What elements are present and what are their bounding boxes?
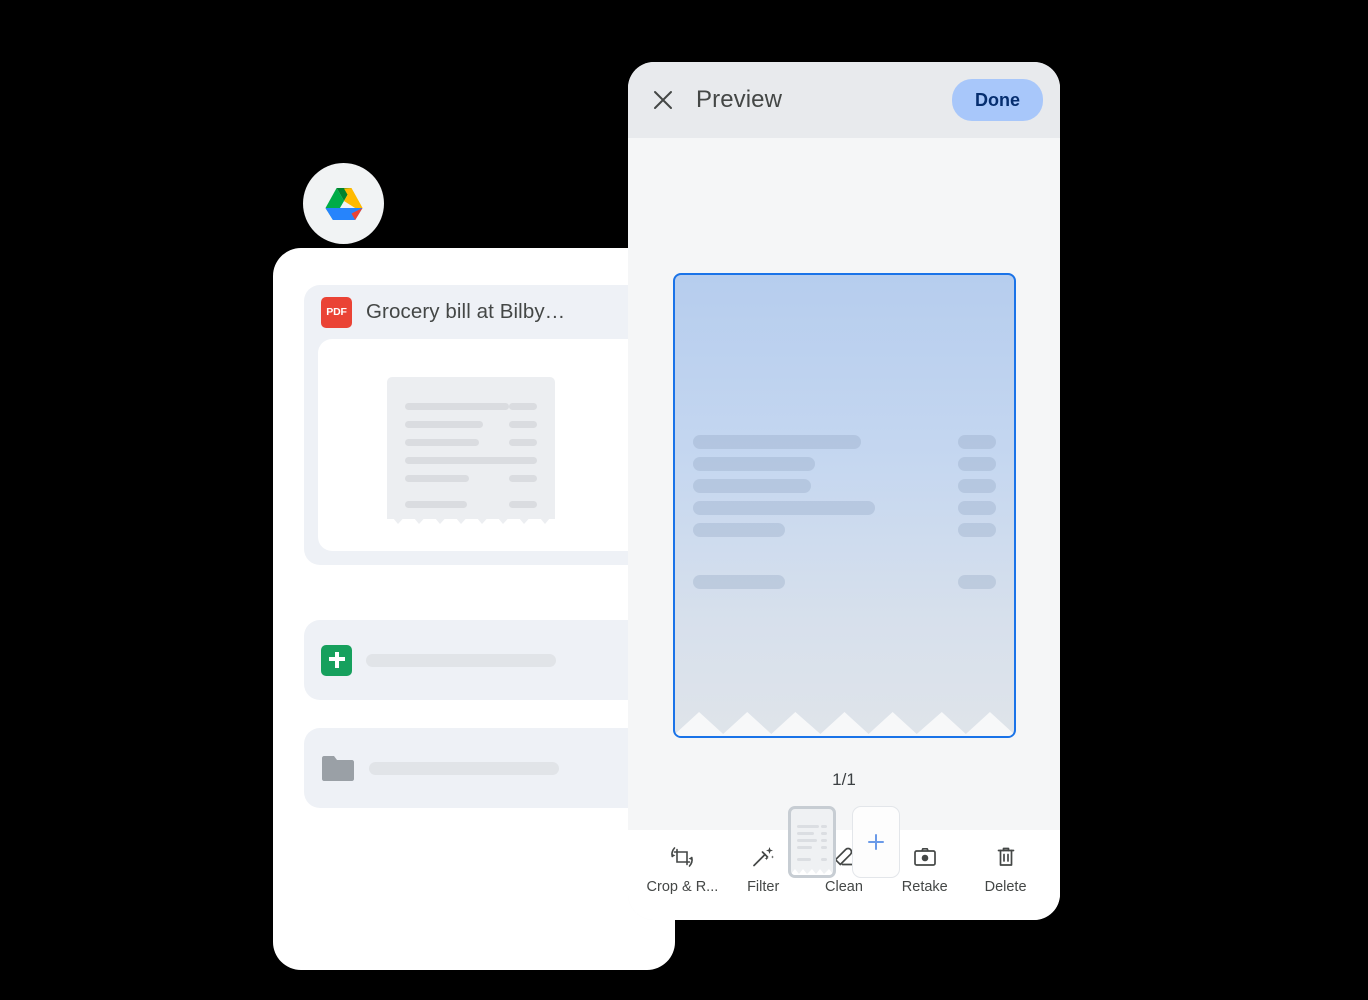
thumb-line [797,832,814,835]
thumb-amount [821,858,827,861]
pdf-icon-label: PDF [326,305,347,318]
thumb-line [797,839,817,842]
sheets-glyph [328,652,345,668]
folder-icon [322,755,354,781]
receipt-line [405,421,483,428]
receipt-line [405,439,479,446]
page-thumbnail-receipt[interactable] [788,806,836,878]
receipt-amount [509,457,537,464]
document-line [693,523,785,537]
document-line [693,435,861,449]
document-line [693,457,815,471]
folder-title-placeholder [369,761,559,775]
sheets-title-placeholder [366,653,556,667]
document-amount [958,523,996,537]
preview-body: 1/1 [628,138,1060,878]
preview-header: Preview Done [628,62,1060,138]
filter-label: Filter [747,879,780,895]
sheets-file-icon [321,644,352,676]
sheets-file-row[interactable] [304,620,675,700]
receipt-amount [509,403,537,410]
receipt-thumbnail [387,377,555,529]
thumb-amount [821,825,827,828]
receipt-line [405,501,467,508]
document-preview[interactable] [673,273,1016,738]
thumb-line [797,846,812,849]
document-zigzag-edge [675,712,1014,736]
receipt-body [387,377,555,519]
files-card: PDF Grocery bill at Bilby… [273,248,675,970]
retake-label: Retake [901,879,948,895]
document-amount [958,479,996,493]
receipt-amount [509,501,537,508]
thumb-zigzag-edge [791,869,833,875]
done-button[interactable]: Done [952,79,1043,121]
thumb-line [797,858,811,861]
folder-row[interactable] [304,728,675,808]
receipt-amount [509,421,537,428]
thumb-amount [821,846,827,849]
pdf-file-icon: PDF [321,296,352,328]
receipt-amount [509,475,537,482]
page-thumbnail-strip [628,806,1060,878]
receipt-line [405,475,469,482]
pdf-thumbnail-panel[interactable] [318,339,675,551]
screenshot-stage: PDF Grocery bill at Bilby… Preview Done … [0,0,1368,1000]
receipt-line [405,403,509,410]
plus-icon [868,834,884,850]
google-drive-logo [325,187,362,220]
thumb-line [797,825,819,828]
pdf-file-group: PDF Grocery bill at Bilby… [304,285,675,565]
close-icon[interactable] [650,87,676,113]
google-drive-logo-badge [303,163,384,244]
receipt-amount [509,439,537,446]
document-amount [958,435,996,449]
crop-rotate-label: Crop & R... [646,879,719,895]
document-amount [958,457,996,471]
document-line [693,479,811,493]
page-title: Preview [696,86,783,113]
clean-label: Clean [825,879,863,895]
document-amount [958,501,996,515]
preview-phone-card: Preview Done 1/1 Crop & R... Filter Clea… [628,62,1060,920]
add-page-button[interactable] [852,806,900,878]
delete-label: Delete [984,879,1027,895]
page-indicator: 1/1 [832,770,856,789]
document-line [693,501,875,515]
thumb-amount [821,832,827,835]
receipt-zigzag-edge [387,511,555,524]
thumb-amount [821,839,827,842]
document-amount [958,575,996,589]
receipt-line [405,457,523,464]
document-line [693,575,785,589]
pdf-file-row[interactable]: PDF Grocery bill at Bilby… [304,285,675,339]
